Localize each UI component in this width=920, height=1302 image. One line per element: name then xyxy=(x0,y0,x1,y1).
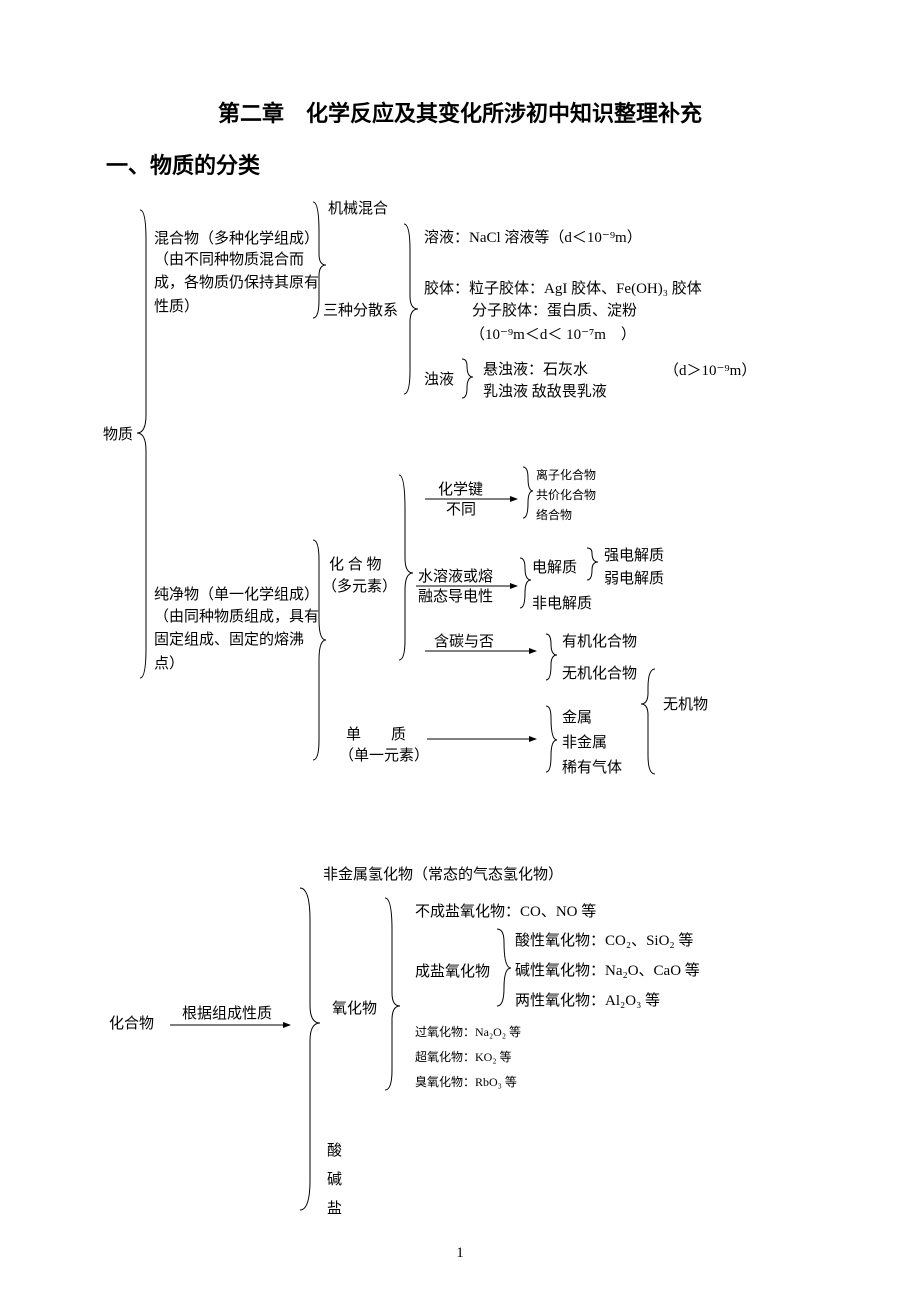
mech-mix: 机械混合 xyxy=(328,198,388,221)
turb-d: （d＞10⁻⁹m） xyxy=(664,360,756,383)
bond-3: 络合物 xyxy=(536,506,572,525)
element-sub: （单一元素） xyxy=(339,745,429,768)
ozon: 臭氧化物：RbO₃ 等 xyxy=(415,1073,517,1092)
metal: 金属 xyxy=(562,707,592,730)
root-label: 物质 xyxy=(103,424,133,447)
base: 碱 xyxy=(327,1169,342,1192)
compound-sub: （多元素） xyxy=(322,576,397,599)
nonsalt: 不成盐氧化物：CO、NO 等 xyxy=(415,901,596,924)
pure-desc: （由同种物质组成，具有固定组成、固定的熔沸点） xyxy=(154,606,324,676)
pure-head: 纯净物（单一化学组成） xyxy=(154,584,324,607)
compound-label: 化 合 物 xyxy=(329,554,382,577)
bond-2: 共价化合物 xyxy=(536,486,596,505)
cond-bot: 融态导电性 xyxy=(418,586,493,609)
org: 有机化合物 xyxy=(562,631,637,654)
inorg-label: 无机物 xyxy=(663,694,708,717)
turb-label: 浊液 xyxy=(424,369,454,392)
noble: 稀有气体 xyxy=(562,757,622,780)
mixture-head: 混合物（多种化学组成） xyxy=(154,228,319,251)
colloid-2: 分子胶体：蛋白质、淀粉 xyxy=(472,300,637,323)
strong: 强电解质 xyxy=(604,545,664,568)
colloid-3: （10⁻⁹m＜d＜ 10⁻⁷m ） xyxy=(470,324,636,347)
basic: 碱性氧化物：Na₂O、CaO 等 xyxy=(515,960,700,983)
bond-1: 离子化合物 xyxy=(536,466,596,485)
dispersion-label: 三种分散系 xyxy=(323,300,398,323)
bond-bot: 不同 xyxy=(446,499,476,522)
element-label: 单 质 xyxy=(346,724,406,747)
salt-label: 成盐氧化物 xyxy=(415,961,490,984)
superox: 超氧化物：KO₂ 等 xyxy=(415,1048,512,1067)
oxide-label: 氧化物 xyxy=(332,998,377,1021)
comp-arrow-label: 根据组成性质 xyxy=(182,1003,272,1026)
salt: 盐 xyxy=(327,1198,342,1221)
mixture-desc: （由不同种物质混合而成，各物质仍保持其原有性质） xyxy=(154,249,319,319)
acidic: 酸性氧化物：CO₂、SiO₂ 等 xyxy=(515,930,693,953)
nonelec: 非电解质 xyxy=(532,593,592,616)
elec: 电解质 xyxy=(532,557,577,580)
acid: 酸 xyxy=(327,1140,342,1163)
page-title: 第二章 化学反应及其变化所涉初中知识整理补充 xyxy=(0,96,920,128)
inorg: 无机化合物 xyxy=(562,663,637,686)
nonmetal: 非金属 xyxy=(562,732,607,755)
colloid-1: 胶体：粒子胶体：AgI 胶体、Fe(OH)₃ 胶体 xyxy=(424,278,702,301)
section-heading: 一、物质的分类 xyxy=(106,148,260,180)
turb-1: 悬浊液：石灰水 xyxy=(483,359,588,382)
hydride: 非金属氢化物（常态的气态氢化物） xyxy=(323,864,563,887)
perox: 过氧化物：Na₂O₂ 等 xyxy=(415,1023,521,1042)
carbon: 含碳与否 xyxy=(434,631,494,654)
comp-root: 化合物 xyxy=(109,1013,154,1036)
ampho: 两性氧化物：Al₂O₃ 等 xyxy=(515,990,660,1013)
solution: 溶液：NaCl 溶液等（d＜10⁻⁹m） xyxy=(424,227,642,250)
page-number: 1 xyxy=(0,1245,920,1262)
turb-2: 乳浊液 敌敌畏乳液 xyxy=(483,381,607,404)
weak: 弱电解质 xyxy=(604,568,664,591)
